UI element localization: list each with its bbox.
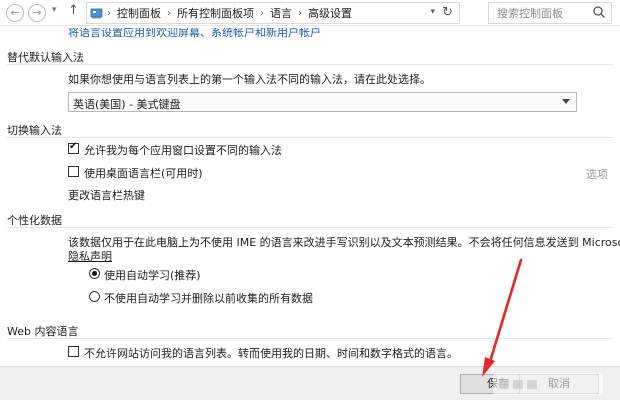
breadcrumb-item-advanced[interactable]: 高级设置: [308, 5, 352, 21]
action-bar: 保存 取消: [0, 366, 620, 400]
back-button[interactable]: ←: [6, 4, 24, 22]
radio-selected-dot: [92, 271, 97, 276]
privacy-statement-link[interactable]: 隐私声明: [68, 248, 112, 264]
change-hotkeys-link[interactable]: 更改语言栏热键: [68, 187, 145, 203]
control-panel-icon: [90, 8, 103, 19]
breadcrumb-item-all-items[interactable]: 所有控制面板项: [177, 5, 254, 21]
chevron-down-icon: [562, 99, 570, 104]
personalization-section-title: 个性化数据: [7, 214, 62, 227]
breadcrumb-item-language[interactable]: 语言: [270, 5, 292, 21]
no-auto-learning-label: 不使用自动学习并删除以前收集的所有数据: [104, 292, 313, 305]
input-method-description: 如果你想使用与语言列表上的第一个输入法不同的输入法，请在此处选择。: [68, 73, 431, 86]
input-method-selected: 英语(美国) - 美式键盘: [73, 98, 181, 111]
breadcrumb[interactable]: › 控制面板 › 所有控制面板项 › 语言 › 高级设置 ▾ ↻: [86, 2, 460, 24]
checkmark-icon: ✔: [69, 141, 78, 152]
switch-input-section-title: 切换输入法: [7, 124, 62, 137]
personalization-description: 该数据仅用于在此电脑上为不使用 IME 的语言来改进手写识别以及文本预测结果。不…: [68, 236, 620, 249]
section-divider: [7, 64, 613, 65]
search-box[interactable]: [488, 2, 612, 24]
desktop-language-bar-checkbox[interactable]: [68, 166, 79, 177]
address-bar: ← → ▾ ↑ › 控制面板 › 所有控制面板项 › 语言 › 高级设置 ▾ ↻: [0, 0, 620, 26]
section-divider: [7, 137, 613, 138]
cancel-button[interactable]: 取消: [519, 374, 599, 394]
section-divider: [7, 338, 613, 339]
per-app-input-checkbox[interactable]: ✔: [68, 141, 79, 154]
web-language-list-label: 不允许网站访问我的语言列表。转而使用我的日期、时间和数字格式的语言。: [84, 347, 458, 360]
web-language-list-checkbox[interactable]: [68, 346, 79, 357]
search-input[interactable]: [489, 3, 587, 23]
auto-learning-radio[interactable]: [89, 268, 100, 279]
refresh-icon[interactable]: ↻: [442, 5, 453, 20]
address-dropdown-icon[interactable]: ▾: [430, 7, 435, 17]
recent-locations-dropdown-icon[interactable]: ▾: [52, 5, 57, 15]
no-auto-learning-radio[interactable]: [89, 291, 100, 302]
web-content-section-title: Web 内容语言: [7, 325, 79, 338]
forward-button[interactable]: →: [28, 4, 46, 22]
auto-learning-label: 使用自动学习(推荐): [104, 269, 201, 282]
input-method-select[interactable]: 英语(美国) - 美式键盘: [68, 92, 577, 112]
apply-settings-link[interactable]: 将语言设置应用到欢迎屏幕、系统帐户和新用户帐户: [68, 28, 321, 40]
language-bar-options-link[interactable]: 选项: [586, 166, 608, 182]
breadcrumb-item-control-panel[interactable]: 控制面板: [117, 5, 161, 21]
search-icon[interactable]: [592, 5, 606, 19]
input-method-section-title: 替代默认输入法: [7, 51, 84, 64]
section-divider: [7, 227, 613, 228]
up-button[interactable]: ↑: [68, 3, 79, 18]
per-app-input-label: 允许我为每个应用窗口设置不同的输入法: [84, 144, 282, 157]
desktop-language-bar-label: 使用桌面语言栏(可用时): [84, 167, 203, 180]
